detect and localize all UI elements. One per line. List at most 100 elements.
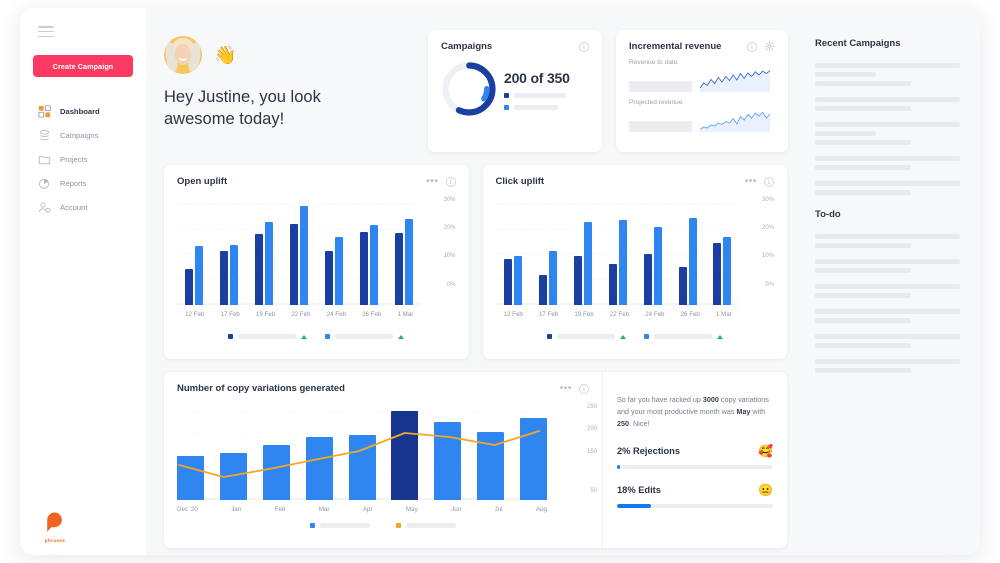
bar-group (713, 201, 732, 305)
list-item[interactable] (815, 309, 960, 323)
revenue-to-date-sparkline (700, 70, 770, 92)
sidebar-nav: Dashboard Campaigns Projects Reports Acc… (20, 99, 146, 219)
bar[interactable] (195, 245, 204, 305)
list-item[interactable] (815, 97, 960, 111)
bar[interactable] (653, 227, 662, 305)
list-item[interactable] (815, 334, 960, 348)
more-icon[interactable]: ••• (560, 383, 572, 393)
legend-item (504, 93, 570, 98)
gear-icon[interactable] (764, 41, 775, 52)
bar[interactable] (573, 256, 582, 305)
x-axis: 12 Feb 17 Feb 19 Feb 22 Feb 24 Feb 26 Fe… (496, 311, 741, 318)
progress-fill (617, 464, 621, 469)
card-header: Click uplift ••• i (483, 165, 788, 187)
info-icon[interactable]: i (764, 176, 774, 187)
card-tools: i (579, 41, 589, 52)
bar[interactable] (290, 223, 299, 305)
x-tick: 19 Feb (574, 311, 594, 318)
list-item[interactable] (815, 156, 960, 170)
avatar[interactable] (164, 36, 202, 74)
bar[interactable] (503, 259, 512, 305)
legend-placeholder (320, 523, 370, 528)
create-campaign-button[interactable]: Create Campaign (33, 55, 133, 78)
bar[interactable] (360, 232, 369, 305)
bar[interactable] (255, 234, 264, 305)
legend-placeholder (514, 93, 566, 98)
bar[interactable] (513, 256, 522, 305)
list-item[interactable] (815, 63, 960, 86)
summary-text: So far you have racked up 3000 copy vari… (617, 395, 769, 428)
list-item[interactable] (815, 181, 960, 195)
card-header: Open uplift ••• i (164, 165, 469, 187)
bar[interactable] (404, 218, 413, 305)
bar[interactable] (643, 254, 652, 305)
bar[interactable] (325, 250, 334, 305)
bar[interactable] (583, 221, 592, 305)
bar[interactable] (713, 242, 722, 305)
list-item[interactable] (815, 122, 960, 145)
info-icon[interactable]: i (445, 176, 456, 187)
bar[interactable] (300, 206, 309, 305)
legend-placeholder (556, 334, 615, 339)
bar-group (255, 201, 274, 305)
sidebar-item-account[interactable]: Account (20, 195, 146, 219)
bar[interactable] (230, 244, 239, 305)
bar[interactable] (335, 237, 344, 305)
bar-group (503, 201, 522, 305)
x-tick: 17 Feb (538, 311, 559, 318)
legend-item[interactable] (310, 523, 370, 528)
bar[interactable] (723, 237, 732, 305)
more-icon[interactable]: ••• (745, 176, 757, 186)
legend-item[interactable] (396, 523, 456, 528)
list-item[interactable] (815, 359, 960, 373)
x-tick: 19 Feb (255, 311, 276, 318)
bar[interactable] (678, 266, 687, 305)
x-tick: Feb (274, 506, 286, 513)
info-icon[interactable]: i (579, 383, 589, 394)
list-item[interactable] (815, 234, 960, 248)
bar[interactable] (688, 217, 697, 305)
sidebar-item-dashboard[interactable]: Dashboard (20, 99, 146, 123)
list-item[interactable] (815, 259, 960, 273)
bar[interactable] (265, 221, 274, 305)
x-tick: 17 Feb (220, 311, 240, 318)
bar-group (573, 201, 592, 305)
sidebar-item-label: Projects (60, 154, 88, 164)
x-tick: 26 Feb (680, 311, 700, 318)
revenue-row-label: Projected revenue (629, 99, 683, 106)
list-item[interactable] (815, 284, 960, 298)
bar[interactable] (618, 219, 627, 305)
legend-item[interactable] (325, 334, 405, 339)
copy-variations-card: Number of copy variations generated ••• … (164, 372, 787, 548)
sidebar-item-reports[interactable]: Reports (20, 171, 146, 195)
donut-summary: 200 of 350 (504, 68, 570, 110)
bar[interactable] (538, 274, 547, 305)
phrasee-logo-icon (47, 512, 62, 532)
sidebar-item-label: Account (60, 202, 88, 212)
more-icon[interactable]: ••• (426, 176, 438, 186)
bar[interactable] (608, 264, 617, 305)
bar[interactable] (548, 250, 557, 305)
bar[interactable] (370, 224, 379, 305)
legend-item[interactable] (546, 334, 626, 339)
info-icon[interactable]: i (579, 41, 589, 52)
card-tools: ••• i (560, 383, 589, 394)
x-tick: 22 Feb (291, 311, 311, 318)
main-content: 👋 Hey Justine, you look awesome today! C… (146, 8, 805, 555)
legend-item[interactable] (643, 334, 723, 339)
rejections-progress-bar (617, 464, 773, 469)
sidebar-item-campaigns[interactable]: Campaigns (20, 123, 146, 147)
legend-swatch (504, 93, 509, 98)
card-title: Campaigns (441, 41, 493, 52)
revenue-value-placeholder (629, 81, 692, 92)
sidebar-item-projects[interactable]: Projects (20, 147, 146, 171)
neutral-face-emoji: 😐 (758, 482, 773, 497)
hamburger-icon[interactable] (38, 26, 54, 38)
variations-summary-panel: So far you have racked up 3000 copy vari… (602, 372, 787, 548)
bar[interactable] (185, 268, 194, 305)
legend-item[interactable] (228, 334, 308, 339)
bar[interactable] (394, 233, 403, 305)
bar[interactable] (220, 250, 229, 305)
open-uplift-card: Open uplift ••• i 30% 20% 10% 0% 12 Feb … (164, 165, 469, 359)
info-icon[interactable]: i (747, 41, 757, 52)
